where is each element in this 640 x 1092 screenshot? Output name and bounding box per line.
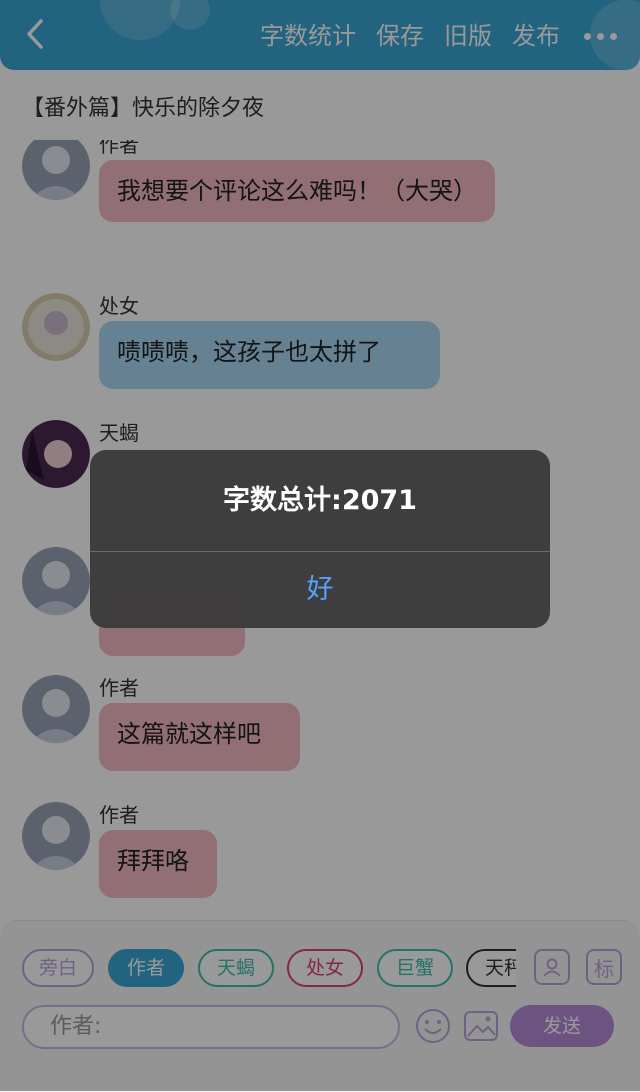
alert-dialog: 字数总计:2071 好	[90, 450, 550, 628]
dialog-message: 字数总计:2071	[223, 485, 417, 516]
ok-button[interactable]: 好	[90, 552, 550, 628]
